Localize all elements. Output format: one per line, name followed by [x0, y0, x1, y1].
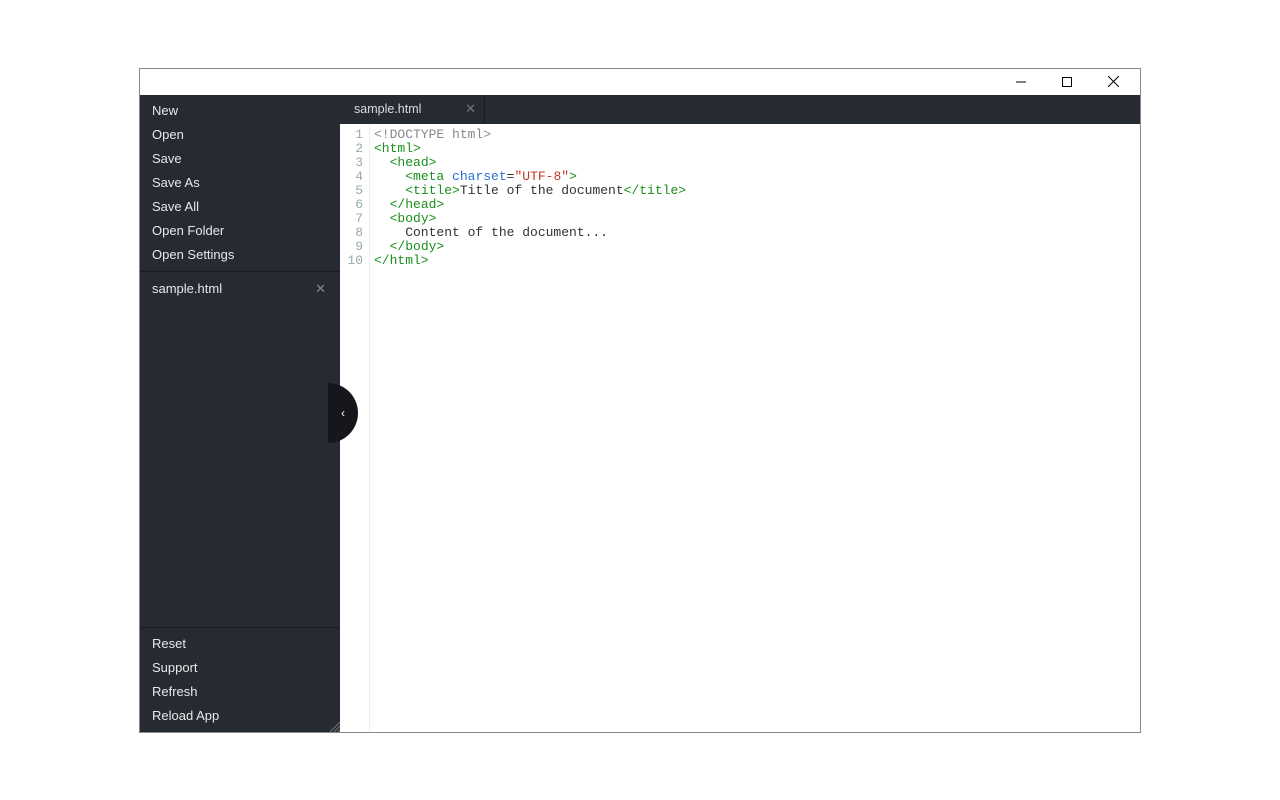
code-line: </head> — [374, 198, 1140, 212]
line-number: 5 — [340, 184, 363, 198]
close-icon[interactable]: ✕ — [313, 281, 328, 297]
editor-pane: sample.html ✕ 12345678910 <!DOCTYPE html… — [340, 95, 1140, 732]
code-line: <body> — [374, 212, 1140, 226]
app-body: New Open Save Save As Save All Open Fold… — [140, 95, 1140, 732]
close-icon[interactable]: ✕ — [465, 101, 476, 117]
line-number: 6 — [340, 198, 363, 212]
line-number: 2 — [340, 142, 363, 156]
menu-item-open-folder[interactable]: Open Folder — [140, 219, 340, 243]
code-line: <html> — [374, 142, 1140, 156]
resize-handle-icon[interactable] — [328, 720, 340, 732]
line-number: 10 — [340, 254, 363, 268]
sidebar-open-file-label: sample.html — [152, 281, 313, 296]
window-minimize-button[interactable] — [998, 69, 1044, 95]
code-line: </html> — [374, 254, 1140, 268]
menu-item-support[interactable]: Support — [140, 656, 340, 680]
menu-item-open-settings[interactable]: Open Settings — [140, 243, 340, 267]
code-content[interactable]: <!DOCTYPE html><html> <head> <meta chars… — [370, 124, 1140, 732]
sidebar: New Open Save Save As Save All Open Fold… — [140, 95, 340, 732]
menu-item-new[interactable]: New — [140, 99, 340, 123]
menu-item-reload-app[interactable]: Reload App — [140, 704, 340, 728]
sidebar-open-file-item[interactable]: sample.html ✕ — [140, 276, 340, 302]
menu-item-save-as[interactable]: Save As — [140, 171, 340, 195]
code-line: <!DOCTYPE html> — [374, 128, 1140, 142]
code-line: <title>Title of the document</title> — [374, 184, 1140, 198]
window-titlebar — [140, 69, 1140, 95]
line-number: 8 — [340, 226, 363, 240]
code-line: <meta charset="UTF-8"> — [374, 170, 1140, 184]
menu-item-refresh[interactable]: Refresh — [140, 680, 340, 704]
code-line: </body> — [374, 240, 1140, 254]
tab-label: sample.html — [354, 102, 421, 116]
line-number: 3 — [340, 156, 363, 170]
line-number: 7 — [340, 212, 363, 226]
line-number: 9 — [340, 240, 363, 254]
sidebar-menu-top: New Open Save Save As Save All Open Fold… — [140, 95, 340, 271]
sidebar-open-files: sample.html ✕ — [140, 271, 340, 628]
menu-item-save-all[interactable]: Save All — [140, 195, 340, 219]
code-editor[interactable]: 12345678910 <!DOCTYPE html><html> <head>… — [340, 124, 1140, 732]
window-close-button[interactable] — [1090, 69, 1136, 95]
code-line: <head> — [374, 156, 1140, 170]
tab-bar: sample.html ✕ — [340, 95, 1140, 124]
code-line: Content of the document... — [374, 226, 1140, 240]
tab-sample-html[interactable]: sample.html ✕ — [340, 95, 485, 124]
menu-item-reset[interactable]: Reset — [140, 632, 340, 656]
menu-item-save[interactable]: Save — [140, 147, 340, 171]
line-number: 1 — [340, 128, 363, 142]
line-number: 4 — [340, 170, 363, 184]
window-maximize-button[interactable] — [1044, 69, 1090, 95]
window: New Open Save Save As Save All Open Fold… — [139, 68, 1141, 733]
sidebar-menu-bottom: Reset Support Refresh Reload App — [140, 628, 340, 732]
chevron-left-icon: ‹ — [341, 406, 345, 420]
menu-item-open[interactable]: Open — [140, 123, 340, 147]
